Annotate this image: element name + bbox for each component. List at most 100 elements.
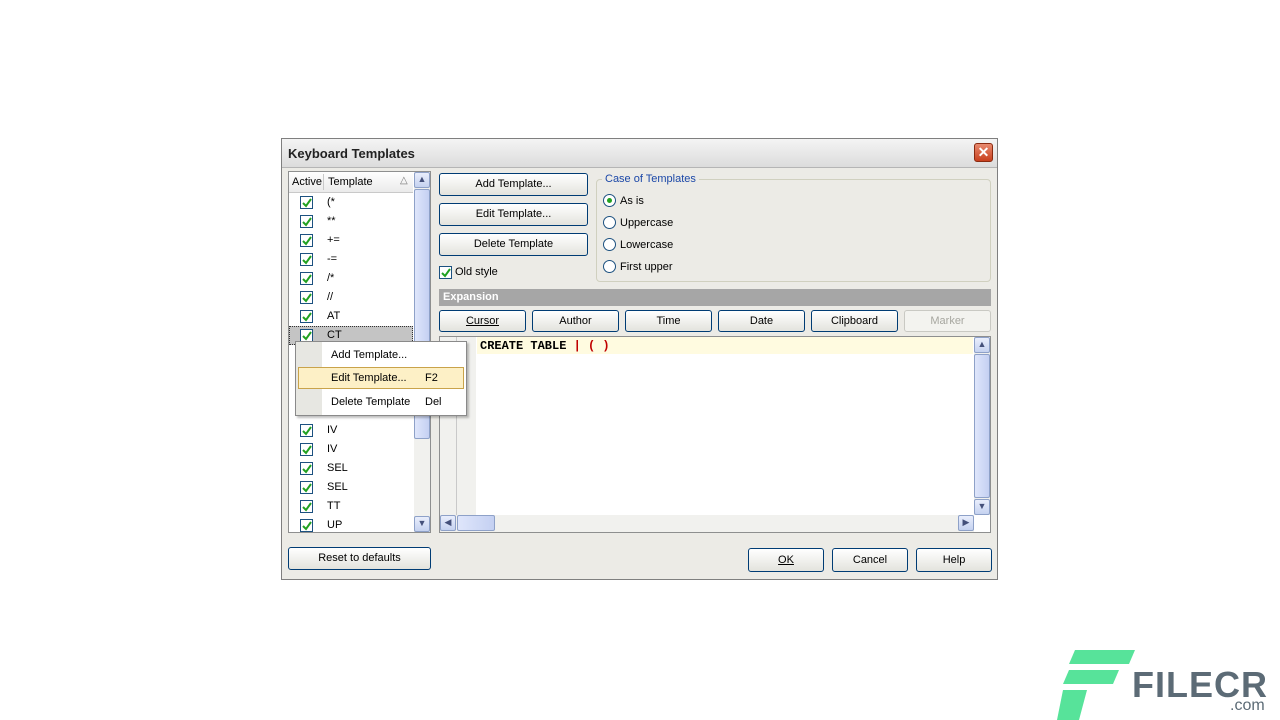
- list-item[interactable]: //: [289, 288, 413, 307]
- template-name: UP: [327, 519, 343, 531]
- active-checkbox[interactable]: [300, 519, 313, 532]
- list-item[interactable]: SEL: [289, 478, 413, 497]
- cancel-button[interactable]: Cancel: [832, 548, 908, 572]
- time-button-label: Time: [656, 315, 681, 327]
- check-icon: [302, 312, 312, 322]
- active-checkbox[interactable]: [300, 462, 313, 475]
- radio-button[interactable]: [603, 260, 616, 273]
- check-icon: [302, 502, 312, 512]
- scroll-down-icon[interactable]: ▼: [414, 516, 430, 532]
- add-template-button[interactable]: Add Template...: [439, 173, 588, 196]
- scroll-up-icon[interactable]: ▲: [974, 337, 990, 353]
- edit-template-button[interactable]: Edit Template...: [439, 203, 588, 226]
- list-item[interactable]: IV: [289, 421, 413, 440]
- list-item[interactable]: SEL: [289, 459, 413, 478]
- sort-ascending-icon: △: [400, 175, 408, 186]
- filecr-logo-icon: [1057, 650, 1135, 720]
- expansion-title: Expansion: [443, 291, 499, 303]
- ok-button[interactable]: OK: [748, 548, 824, 572]
- reset-to-defaults-button[interactable]: Reset to defaults: [288, 547, 431, 570]
- radio-button[interactable]: [603, 216, 616, 229]
- radio-first-upper[interactable]: First upper: [603, 260, 723, 276]
- active-checkbox[interactable]: [300, 424, 313, 437]
- time-button[interactable]: Time: [625, 310, 712, 332]
- close-icon: ✕: [977, 144, 990, 160]
- list-item[interactable]: AT: [289, 307, 413, 326]
- scroll-up-icon[interactable]: ▲: [414, 172, 430, 188]
- list-item[interactable]: TT: [289, 497, 413, 516]
- cursor-button[interactable]: Cursor: [439, 310, 526, 332]
- list-item[interactable]: UP: [289, 516, 413, 532]
- menu-item-delete-template[interactable]: Delete Template Del: [298, 391, 464, 413]
- template-name: SEL: [327, 481, 348, 493]
- radio-label: Uppercase: [620, 217, 674, 229]
- code-text: CREATE TABLE: [480, 339, 574, 353]
- scroll-thumb[interactable]: [974, 354, 990, 498]
- list-item[interactable]: /*: [289, 269, 413, 288]
- case-of-templates-title: Case of Templates: [602, 173, 699, 185]
- radio-uppercase[interactable]: Uppercase: [603, 216, 723, 232]
- template-name: (*: [327, 196, 335, 208]
- check-icon: [302, 274, 312, 284]
- template-name: IV: [327, 443, 338, 455]
- column-header-active[interactable]: Active: [292, 176, 322, 188]
- template-name: /*: [327, 272, 335, 284]
- help-label: Help: [942, 554, 966, 566]
- help-button[interactable]: Help: [916, 548, 992, 572]
- radio-button[interactable]: [603, 194, 616, 207]
- editor-vscrollbar[interactable]: ▲ ▼: [974, 337, 990, 515]
- cursor-button-label: Cursor: [465, 315, 499, 327]
- old-style-checkbox[interactable]: Old style: [439, 265, 519, 281]
- active-checkbox[interactable]: [300, 215, 313, 228]
- check-icon: [302, 198, 312, 208]
- cursor-marker: |: [573, 339, 581, 353]
- scroll-thumb[interactable]: [457, 515, 495, 531]
- check-icon: [302, 483, 312, 493]
- active-checkbox[interactable]: [300, 272, 313, 285]
- check-icon: [441, 268, 451, 278]
- author-button[interactable]: Author: [532, 310, 619, 332]
- menu-item-add-template[interactable]: Add Template...: [298, 344, 464, 366]
- column-header-template[interactable]: Template: [328, 176, 373, 188]
- scroll-left-icon[interactable]: ◀: [440, 515, 456, 531]
- active-checkbox[interactable]: [300, 253, 313, 266]
- marker-button-label: Marker: [930, 315, 965, 327]
- list-item[interactable]: +=: [289, 231, 413, 250]
- cancel-label: Cancel: [852, 554, 888, 566]
- active-checkbox[interactable]: [300, 291, 313, 304]
- menu-item-edit-template[interactable]: Edit Template... F2: [298, 367, 464, 389]
- date-button[interactable]: Date: [718, 310, 805, 332]
- active-checkbox[interactable]: [300, 310, 313, 323]
- code-line[interactable]: CREATE TABLE | ( ): [480, 339, 610, 353]
- scroll-down-icon[interactable]: ▼: [974, 499, 990, 515]
- list-item[interactable]: (*: [289, 193, 413, 212]
- menu-item-label: Edit Template...: [331, 372, 407, 384]
- active-checkbox[interactable]: [300, 500, 313, 513]
- radio-label: Lowercase: [620, 239, 674, 251]
- expansion-editor[interactable]: CREATE TABLE | ( ) ▲ ▼ ◀ ▶: [439, 336, 991, 533]
- delete-template-button[interactable]: Delete Template: [439, 233, 588, 256]
- list-item[interactable]: -=: [289, 250, 413, 269]
- active-checkbox[interactable]: [300, 481, 313, 494]
- header-divider: [323, 174, 324, 190]
- template-name: -=: [327, 253, 338, 265]
- close-button[interactable]: ✕: [974, 143, 993, 162]
- template-name: TT: [327, 500, 341, 512]
- template-name: **: [327, 215, 336, 227]
- list-item[interactable]: **: [289, 212, 413, 231]
- clipboard-button[interactable]: Clipboard: [811, 310, 898, 332]
- radio-as-is[interactable]: As is: [603, 194, 723, 210]
- active-checkbox[interactable]: [300, 196, 313, 209]
- scroll-right-icon[interactable]: ▶: [958, 515, 974, 531]
- active-checkbox[interactable]: [300, 234, 313, 247]
- radio-lowercase[interactable]: Lowercase: [603, 238, 723, 254]
- old-style-box[interactable]: [439, 266, 452, 279]
- list-item[interactable]: IV: [289, 440, 413, 459]
- marker-button[interactable]: Marker: [904, 310, 991, 332]
- editor-hscrollbar[interactable]: ◀ ▶: [440, 515, 974, 532]
- old-style-label: Old style: [455, 266, 498, 278]
- active-checkbox[interactable]: [300, 443, 313, 456]
- template-name: IV: [327, 424, 338, 436]
- radio-button[interactable]: [603, 238, 616, 251]
